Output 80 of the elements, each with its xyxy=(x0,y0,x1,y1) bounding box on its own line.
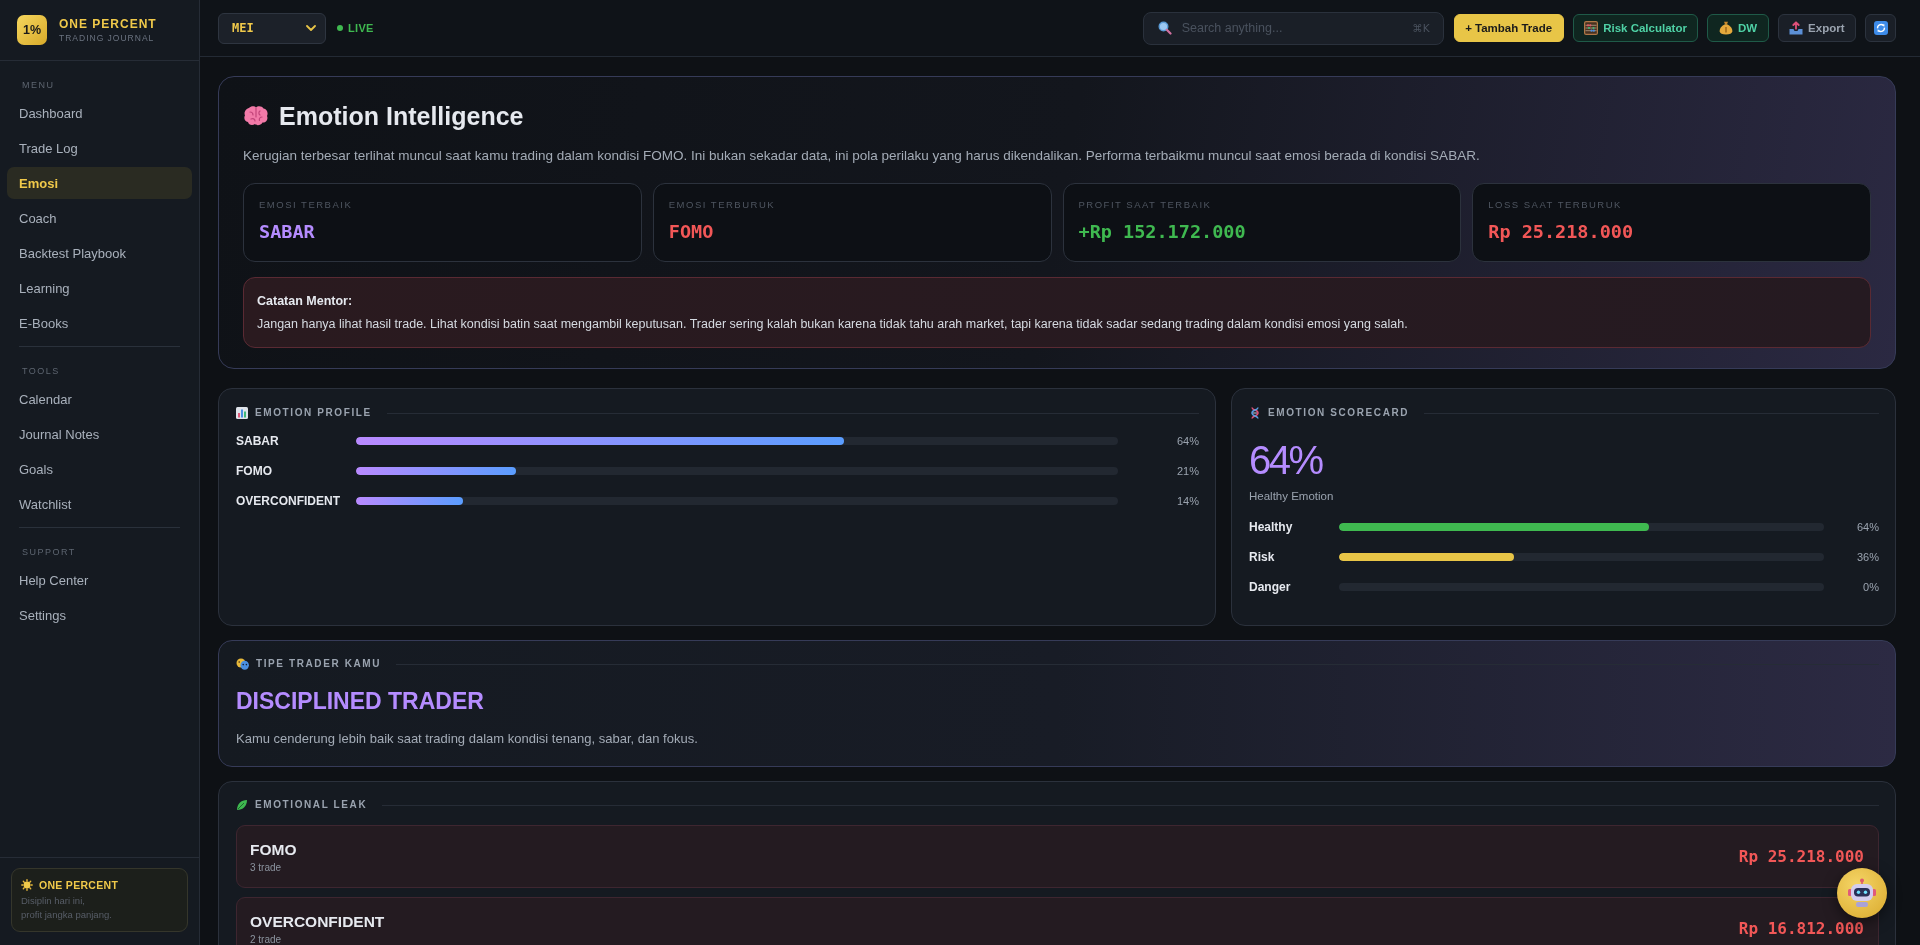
trade-count: 2 trade xyxy=(250,934,283,945)
trade-count: 3 trade xyxy=(250,862,283,874)
leak-emotion: OVERCONFIDENT xyxy=(250,912,385,931)
section-title: EMOTIONAL LEAK xyxy=(255,798,368,812)
refresh-button[interactable] xyxy=(1865,14,1896,42)
percent-value: 64% xyxy=(1175,435,1199,447)
emotion-label: FOMO xyxy=(236,464,273,478)
app-logo: 1% xyxy=(17,15,47,45)
section-title: TIPE TRADER KAMU xyxy=(256,657,382,671)
trader-type-description: Kamu cenderung lebih baik saat trading dalam kondisi tenang, sabar, dan fokus. xyxy=(236,730,699,747)
sidebar-item[interactable]: Emosi xyxy=(7,167,192,199)
percent-value: 14% xyxy=(1175,495,1199,507)
money-bag-icon xyxy=(1718,21,1733,35)
score-value: 64% xyxy=(1249,437,1324,484)
stat-value: Rp 25.218.000 xyxy=(1488,220,1635,243)
live-label: LIVE xyxy=(348,22,374,34)
score-label: Risk xyxy=(1249,550,1276,564)
sidebar-item[interactable]: Journal Notes xyxy=(7,418,192,450)
robot-icon xyxy=(1847,878,1877,908)
nav-section-label: TOOLS xyxy=(21,365,61,377)
score-caption: Healthy Emotion xyxy=(1249,489,1335,504)
note-text: Jangan hanya lihat hasil trade. Lihat kondisi batin saat mengambil keputusan. Trader sering kalah bukan karena tidak tahu arah market, tapi karena tidak sadar sedang trading dalam kondisi emosi yang salah. xyxy=(257,316,1409,333)
stat-label: LOSS SAAT TERBURUK xyxy=(1488,199,1623,210)
sidebar-item[interactable]: Watchlist xyxy=(7,488,192,520)
section-title: EMOTION PROFILE xyxy=(255,406,372,420)
note-title: Catatan Mentor: xyxy=(257,293,354,310)
page-title: Emotion Intelligence xyxy=(279,101,524,132)
loss-amount: Rp 16.812.000 xyxy=(1738,919,1864,938)
sidebar-item[interactable]: Help Center xyxy=(7,564,192,596)
percent-value: 0% xyxy=(1862,581,1879,593)
stat-value: FOMO xyxy=(668,220,715,243)
percent-value: 21% xyxy=(1175,465,1199,477)
sidebar-item[interactable]: Learning xyxy=(7,272,192,304)
add-trade-button[interactable]: + Tambah Trade xyxy=(1453,14,1564,42)
sidebar-item[interactable]: Dashboard xyxy=(7,97,192,129)
emotion-label: SABAR xyxy=(236,434,280,448)
page-description: Kerugian terbesar terlihat muncul saat kamu trading dalam kondisi FOMO. Ini bukan sekadar data, ini pola perilaku yang harus dikendalikan. Performa terbaikmu muncul saat emosi berada di kondisi SABAR. xyxy=(243,147,1481,165)
card-title: ONE PERCENT xyxy=(39,878,119,892)
brain-icon xyxy=(243,105,269,127)
brand-name: ONE PERCENT xyxy=(59,16,157,31)
sidebar-item[interactable]: Goals xyxy=(7,453,192,485)
abacus-icon xyxy=(1584,21,1599,35)
outbox-tray-icon xyxy=(1789,21,1804,35)
leaf-icon xyxy=(236,799,248,811)
sidebar-item[interactable]: Settings xyxy=(7,599,192,631)
emotion-label: OVERCONFIDENT xyxy=(236,494,341,508)
nav-section-label: MENU xyxy=(21,79,56,91)
month-select[interactable]: MEI xyxy=(218,12,326,44)
export-button[interactable]: Export xyxy=(1777,14,1856,42)
refresh-icon xyxy=(1873,21,1888,35)
sidebar-item[interactable]: Backtest Playbook xyxy=(7,237,192,269)
leak-emotion: FOMO xyxy=(250,840,297,859)
brand-tagline: TRADING JOURNAL xyxy=(59,32,156,44)
sidebar-item[interactable]: Calendar xyxy=(7,383,192,415)
percent-value: 36% xyxy=(1855,551,1879,563)
section-title: EMOTION SCORECARD xyxy=(1268,406,1410,420)
dw-button[interactable]: DW xyxy=(1707,14,1769,42)
nav-section-label: SUPPORT xyxy=(21,546,77,558)
loss-amount: Rp 25.218.000 xyxy=(1738,847,1864,866)
sidebar-item[interactable]: Coach xyxy=(7,202,192,234)
trader-type: DISCIPLINED TRADER xyxy=(236,687,485,715)
sidebar-item[interactable]: Trade Log xyxy=(7,132,192,164)
sun-icon xyxy=(21,879,33,891)
score-label: Healthy xyxy=(1249,520,1294,534)
card-text: Disiplin hari ini, profit jangka panjang. xyxy=(21,894,113,922)
dna-icon xyxy=(1249,407,1261,419)
stat-value: SABAR xyxy=(259,220,316,243)
score-label: Danger xyxy=(1249,580,1292,594)
stat-label: EMOSI TERBURUK xyxy=(668,199,777,210)
status-dot-icon xyxy=(337,25,343,31)
bar-chart-icon xyxy=(236,407,248,419)
chevron-down-icon xyxy=(306,25,316,31)
risk-calculator-button[interactable]: Risk Calculator xyxy=(1572,14,1699,42)
search-icon xyxy=(1157,21,1172,35)
masks-icon xyxy=(236,658,249,670)
stat-value: +Rp 152.172.000 xyxy=(1078,220,1247,243)
percent-value: 64% xyxy=(1855,521,1879,533)
stat-label: EMOSI TERBAIK xyxy=(259,199,354,210)
stat-label: PROFIT SAAT TERBAIK xyxy=(1078,199,1213,210)
sidebar-item[interactable]: E-Books xyxy=(7,307,192,339)
